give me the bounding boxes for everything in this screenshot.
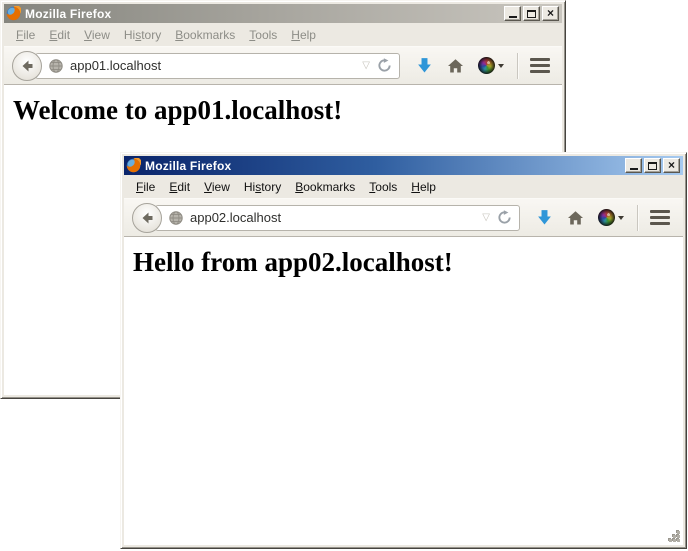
menu-button[interactable] bbox=[648, 208, 672, 227]
color-wheel-icon bbox=[478, 57, 495, 74]
toolbar-separator bbox=[637, 205, 638, 231]
menu-item-tools[interactable]: Tools bbox=[362, 178, 404, 196]
maximize-button[interactable] bbox=[644, 158, 661, 173]
search-engine-button[interactable] bbox=[598, 209, 624, 226]
page-heading: Welcome to app01.localhost! bbox=[13, 95, 562, 126]
urlbar-dropdown-icon[interactable]: ▽ bbox=[482, 213, 490, 223]
globe-icon[interactable] bbox=[169, 211, 183, 225]
home-button[interactable] bbox=[447, 58, 464, 74]
download-icon bbox=[536, 209, 553, 226]
urlbar-dropdown-icon[interactable]: ▽ bbox=[362, 61, 370, 71]
hamburger-icon bbox=[650, 210, 670, 213]
close-button[interactable]: × bbox=[542, 6, 559, 21]
back-button[interactable] bbox=[12, 51, 42, 81]
menubar: File Edit View History Bookmarks Tools H… bbox=[4, 23, 562, 46]
minimize-icon bbox=[630, 168, 638, 170]
menu-item-help[interactable]: Help bbox=[404, 178, 443, 196]
window-title: Mozilla Firefox bbox=[145, 159, 231, 173]
desktop: Mozilla Firefox × File Edit View History… bbox=[0, 0, 688, 551]
menu-item-help[interactable]: Help bbox=[284, 26, 323, 44]
titlebar[interactable]: Mozilla Firefox × bbox=[4, 4, 562, 23]
minimize-icon bbox=[509, 16, 517, 18]
maximize-icon bbox=[648, 162, 657, 170]
window-inner: Mozilla Firefox × File Edit View History… bbox=[124, 156, 683, 545]
menu-item-file[interactable]: File bbox=[9, 26, 42, 44]
firefox-icon bbox=[6, 6, 21, 21]
url-input[interactable]: app01.localhost bbox=[70, 58, 355, 73]
menu-item-history[interactable]: History bbox=[237, 178, 288, 196]
urlbar-group: app01.localhost ▽ bbox=[12, 51, 400, 81]
menu-item-bookmarks[interactable]: Bookmarks bbox=[168, 26, 242, 44]
toolbar-separator bbox=[517, 53, 518, 79]
maximize-button[interactable] bbox=[523, 6, 540, 21]
menu-item-view[interactable]: View bbox=[77, 26, 117, 44]
menubar: File Edit View History Bookmarks Tools H… bbox=[124, 175, 683, 198]
resize-grip[interactable] bbox=[668, 530, 683, 545]
home-icon bbox=[567, 210, 584, 226]
menu-item-edit[interactable]: Edit bbox=[42, 26, 77, 44]
close-button[interactable]: × bbox=[663, 158, 680, 173]
color-wheel-icon bbox=[598, 209, 615, 226]
menu-button[interactable] bbox=[528, 56, 552, 75]
home-button[interactable] bbox=[567, 210, 584, 226]
firefox-window-app02: Mozilla Firefox × File Edit View History… bbox=[120, 152, 687, 549]
page-content: Hello from app02.localhost! bbox=[124, 237, 683, 545]
firefox-icon bbox=[126, 158, 141, 173]
caret-down-icon bbox=[618, 216, 624, 220]
window-title: Mozilla Firefox bbox=[25, 7, 111, 21]
titlebar[interactable]: Mozilla Firefox × bbox=[124, 156, 683, 175]
hamburger-icon bbox=[530, 58, 550, 61]
minimize-button[interactable] bbox=[625, 158, 642, 173]
urlbar-group: app02.localhost ▽ bbox=[132, 203, 520, 233]
close-icon: × bbox=[668, 159, 675, 171]
menu-item-file[interactable]: File bbox=[129, 178, 162, 196]
maximize-icon bbox=[527, 10, 536, 18]
reload-icon[interactable] bbox=[377, 58, 392, 73]
navigation-toolbar: app02.localhost ▽ bbox=[124, 198, 683, 237]
download-button[interactable] bbox=[416, 57, 433, 74]
menu-item-history[interactable]: History bbox=[117, 26, 168, 44]
reload-icon[interactable] bbox=[497, 210, 512, 225]
home-icon bbox=[447, 58, 464, 74]
url-bar[interactable]: app02.localhost ▽ bbox=[155, 205, 520, 231]
window-controls: × bbox=[504, 6, 560, 21]
menu-item-view[interactable]: View bbox=[197, 178, 237, 196]
menu-item-edit[interactable]: Edit bbox=[162, 178, 197, 196]
navigation-toolbar: app01.localhost ▽ bbox=[4, 46, 562, 85]
globe-icon[interactable] bbox=[49, 59, 63, 73]
menu-item-bookmarks[interactable]: Bookmarks bbox=[288, 178, 362, 196]
back-arrow-icon bbox=[19, 58, 35, 74]
url-bar[interactable]: app01.localhost ▽ bbox=[35, 53, 400, 79]
window-controls: × bbox=[625, 158, 681, 173]
back-button[interactable] bbox=[132, 203, 162, 233]
menu-item-tools[interactable]: Tools bbox=[242, 26, 284, 44]
close-icon: × bbox=[547, 7, 554, 19]
search-engine-button[interactable] bbox=[478, 57, 504, 74]
page-heading: Hello from app02.localhost! bbox=[133, 247, 683, 278]
back-arrow-icon bbox=[139, 210, 155, 226]
download-icon bbox=[416, 57, 433, 74]
download-button[interactable] bbox=[536, 209, 553, 226]
minimize-button[interactable] bbox=[504, 6, 521, 21]
url-input[interactable]: app02.localhost bbox=[190, 210, 475, 225]
caret-down-icon bbox=[498, 64, 504, 68]
